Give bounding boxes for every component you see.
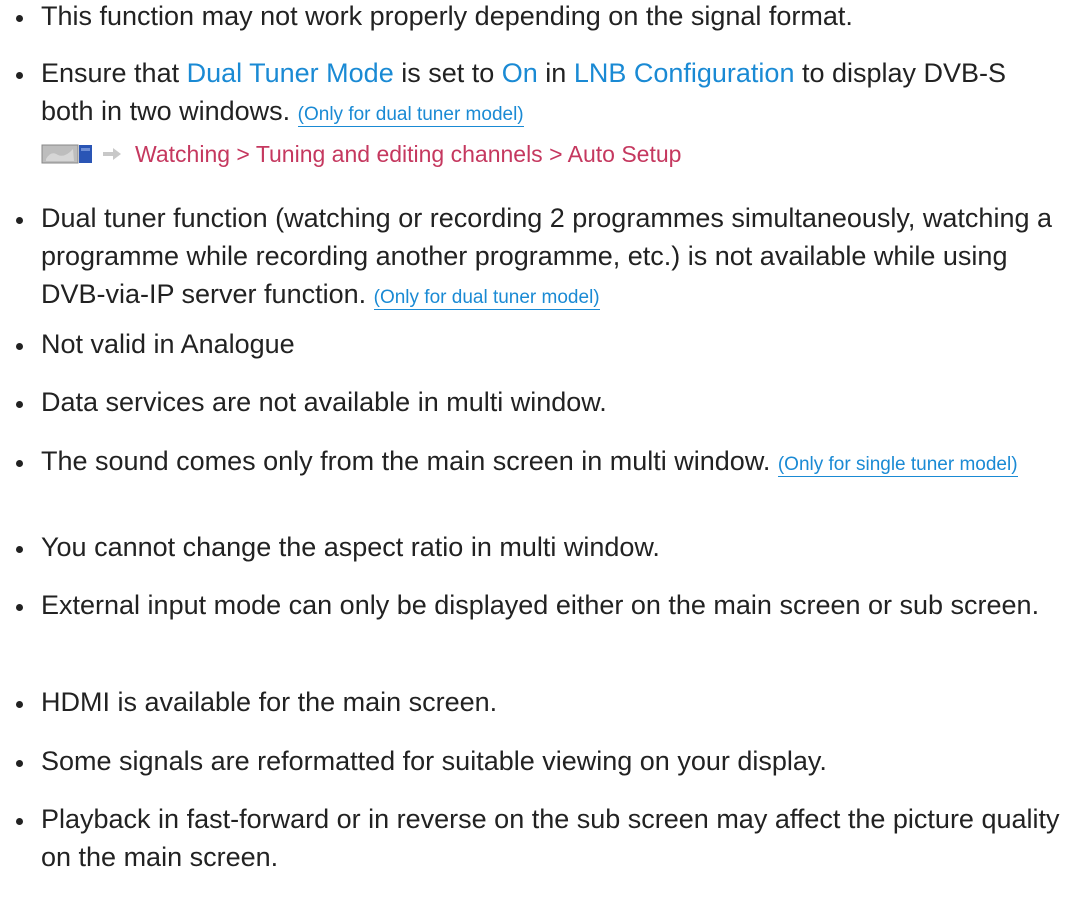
bullet — [16, 460, 23, 467]
bullet — [16, 701, 23, 708]
note-text-part: in — [537, 58, 574, 88]
note-text: HDMI is available for the main screen. — [41, 687, 498, 717]
bullet — [16, 217, 23, 224]
bullet — [16, 401, 23, 408]
note-text: External input mode can only be displaye… — [41, 590, 1040, 620]
single-tuner-model-note[interactable]: (Only for single tuner model) — [777, 454, 1018, 477]
note-text: Playback in fast-forward or in reverse o… — [41, 804, 1060, 872]
bullet — [16, 604, 23, 611]
on-link[interactable]: On — [502, 58, 538, 88]
note-text: Not valid in Analogue — [41, 329, 295, 359]
bullet — [16, 72, 23, 79]
note-text: Ensure that Dual Tuner Mode is set to On… — [41, 54, 1066, 130]
note-text: You cannot change the aspect ratio in mu… — [41, 532, 660, 562]
dual-tuner-model-note[interactable]: (Only for dual tuner model) — [297, 104, 524, 127]
note-text: This function may not work properly depe… — [41, 1, 853, 31]
dual-tuner-model-note[interactable]: (Only for dual tuner model) — [373, 287, 600, 310]
note-text: Dual tuner function (watching or recordi… — [41, 199, 1066, 313]
bullet — [16, 760, 23, 767]
note-text: Data services are not available in multi… — [41, 387, 607, 417]
bullet — [16, 15, 23, 22]
reference-path: Watching > Tuning and editing channels >… — [135, 140, 682, 167]
note-text-part: is set to — [393, 58, 502, 88]
bullet — [16, 546, 23, 553]
bullet — [16, 343, 23, 350]
note-text: The sound comes only from the main scree… — [41, 442, 1066, 480]
lnb-configuration-link[interactable]: LNB Configuration — [574, 58, 795, 88]
auto-setup-reference-link[interactable]: Watching > Tuning and editing channels >… — [41, 137, 681, 171]
note-text-part: The sound comes only from the main scree… — [41, 446, 778, 476]
note-text: Some signals are reformatted for suitabl… — [41, 746, 827, 776]
help-page: This function may not work properly depe… — [0, 0, 1083, 911]
arrow-right-icon — [103, 148, 121, 160]
note-text-part: Ensure that — [41, 58, 187, 88]
tv-menu-icon — [41, 144, 92, 164]
dual-tuner-mode-link[interactable]: Dual Tuner Mode — [187, 58, 394, 88]
bullet — [16, 818, 23, 825]
